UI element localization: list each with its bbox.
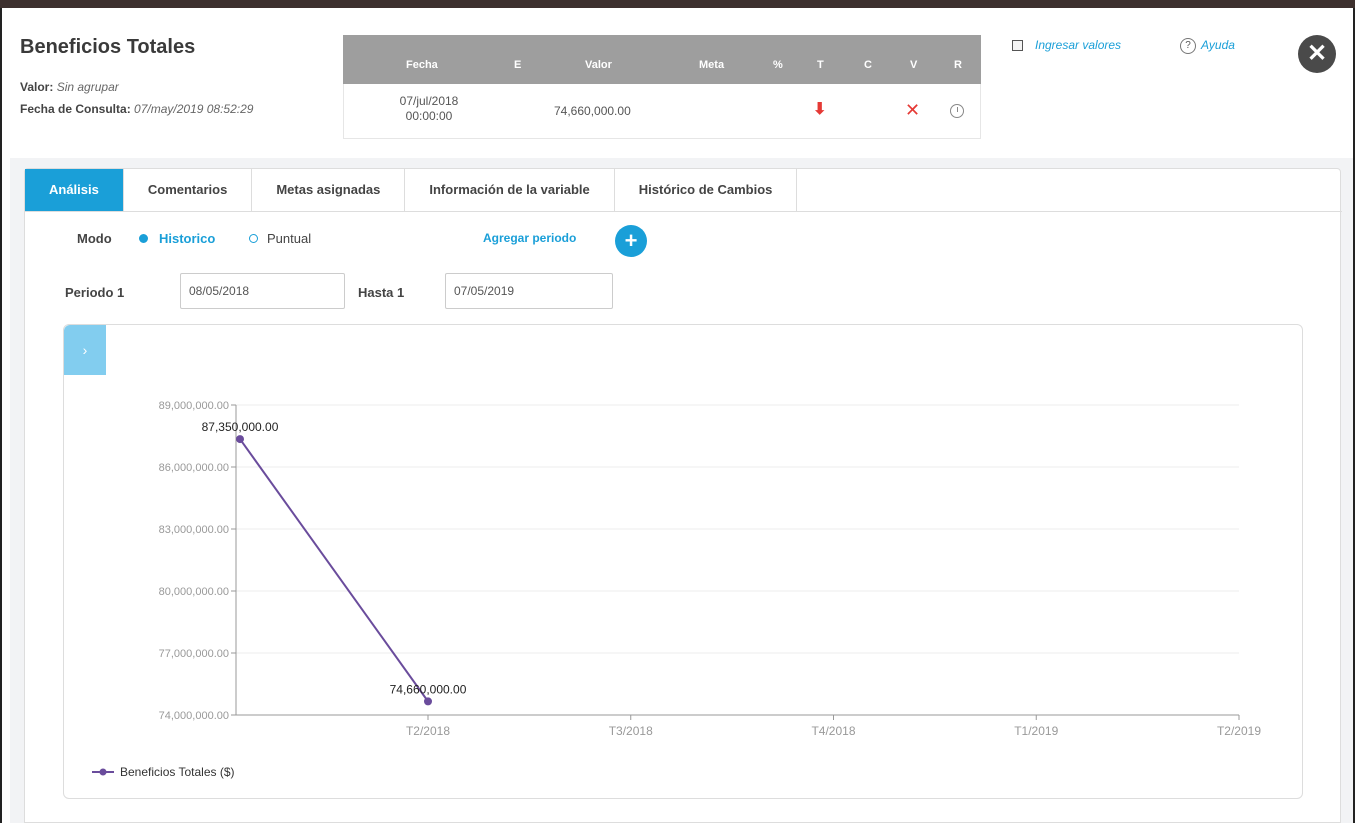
period-row: Periodo 1 Hasta 1 xyxy=(65,273,665,313)
col-percent: % xyxy=(773,59,783,71)
period-to-input[interactable] xyxy=(445,273,613,309)
col-r: R xyxy=(954,59,962,71)
data-label: 87,350,000.00 xyxy=(202,420,279,434)
x-tick-label: T1/2019 xyxy=(1014,724,1058,738)
y-tick-label: 86,000,000.00 xyxy=(159,462,229,474)
historico-option[interactable]: Historico xyxy=(159,231,215,246)
chart-card: › 74,000,000.00 77,000,000.00 80,000,000.0… xyxy=(63,324,1303,799)
col-fecha: Fecha xyxy=(406,59,438,71)
col-t: T xyxy=(817,59,824,71)
x-icon[interactable]: ✕ xyxy=(905,100,920,121)
ingresar-valores-link[interactable]: Ingresar valores xyxy=(1035,38,1121,52)
add-period-button[interactable]: + xyxy=(615,225,647,257)
tab-historico-cambios[interactable]: Histórico de Cambios xyxy=(615,169,798,211)
col-v: V xyxy=(910,59,918,71)
col-meta: Meta xyxy=(699,59,725,71)
period-to-label: Hasta 1 xyxy=(358,285,405,300)
consulta-value: 07/may/2019 08:52:29 xyxy=(134,102,254,116)
analysis-panel: Análisis Comentarios Metas asignadas Inf… xyxy=(10,158,1353,823)
consulta-info: Fecha de Consulta: 07/may/2019 08:52:29 xyxy=(20,102,253,116)
tab-metas-asignadas[interactable]: Metas asignadas xyxy=(252,169,406,211)
y-tick-label: 74,000,000.00 xyxy=(159,710,229,722)
legend-marker xyxy=(99,768,107,776)
legend-label: Beneficios Totales ($) xyxy=(120,765,235,779)
y-tick-label: 89,000,000.00 xyxy=(159,400,229,412)
chart-options-toggle[interactable]: › xyxy=(64,325,106,375)
consulta-label: Fecha de Consulta: xyxy=(20,102,131,116)
row-valor: 74,660,000.00 xyxy=(554,104,631,118)
period-from-input[interactable] xyxy=(180,273,345,309)
col-c: C xyxy=(864,59,872,71)
data-point xyxy=(236,435,244,444)
window-top-strip xyxy=(0,0,1355,8)
puntual-radio[interactable] xyxy=(249,234,258,243)
x-tick-label: T2/2018 xyxy=(406,724,450,738)
y-tick-label: 77,000,000.00 xyxy=(159,648,229,660)
add-period-link[interactable]: Agregar periodo xyxy=(483,231,576,245)
value-table-header: Fecha E Valor Meta % T C V R xyxy=(343,35,981,84)
x-tick-label: T3/2018 xyxy=(609,724,653,738)
clock-icon[interactable] xyxy=(950,104,964,121)
puntual-option[interactable]: Puntual xyxy=(267,231,311,246)
table-row: 07/jul/2018 00:00:00 74,660,000.00 ⬇ ✕ xyxy=(343,84,981,139)
historico-radio[interactable] xyxy=(139,234,148,243)
col-e: E xyxy=(514,59,522,71)
y-tick-label: 80,000,000.00 xyxy=(159,586,229,598)
tab-analisis[interactable]: Análisis xyxy=(25,169,124,211)
row-fecha: 07/jul/2018 00:00:00 xyxy=(399,94,459,123)
help-icon[interactable]: ? xyxy=(1180,38,1196,54)
mode-label: Modo xyxy=(77,231,112,246)
arrow-down-icon: ⬇ xyxy=(813,101,827,118)
value-table: Fecha E Valor Meta % T C V R 07/jul/2018… xyxy=(343,35,981,139)
mode-selector: Modo Historico Puntual xyxy=(77,229,777,249)
tab-comentarios[interactable]: Comentarios xyxy=(124,169,253,211)
data-point xyxy=(424,697,432,706)
valor-label: Valor: xyxy=(20,80,54,94)
tab-bar: Análisis Comentarios Metas asignadas Inf… xyxy=(25,169,1342,212)
col-valor: Valor xyxy=(585,59,612,71)
period-from-label: Periodo 1 xyxy=(65,285,125,300)
x-tick-label: T4/2018 xyxy=(811,724,855,738)
line-chart: 74,000,000.00 77,000,000.00 80,000,000.00 8… xyxy=(92,400,1261,779)
tab-content: Análisis Comentarios Metas asignadas Inf… xyxy=(24,168,1342,823)
valor-info: Valor: Sin agrupar xyxy=(20,80,119,94)
dialog-header: Beneficios Totales Valor: Sin agrupar Fe… xyxy=(2,8,1353,158)
dialog-frame: Beneficios Totales Valor: Sin agrupar Fe… xyxy=(0,8,1355,823)
close-button[interactable]: ✕ xyxy=(1298,35,1336,73)
y-tick-label: 83,000,000.00 xyxy=(159,524,229,536)
ayuda-link[interactable]: Ayuda xyxy=(1201,38,1235,52)
page-title: Beneficios Totales xyxy=(20,36,196,58)
series-line xyxy=(239,438,429,702)
valor-value: Sin agrupar xyxy=(56,80,119,94)
x-tick-label: T2/2019 xyxy=(1217,724,1261,738)
edit-icon[interactable] xyxy=(1012,40,1023,51)
tab-informacion-variable[interactable]: Información de la variable xyxy=(405,169,615,211)
data-label: 74,660,000.00 xyxy=(390,682,467,696)
